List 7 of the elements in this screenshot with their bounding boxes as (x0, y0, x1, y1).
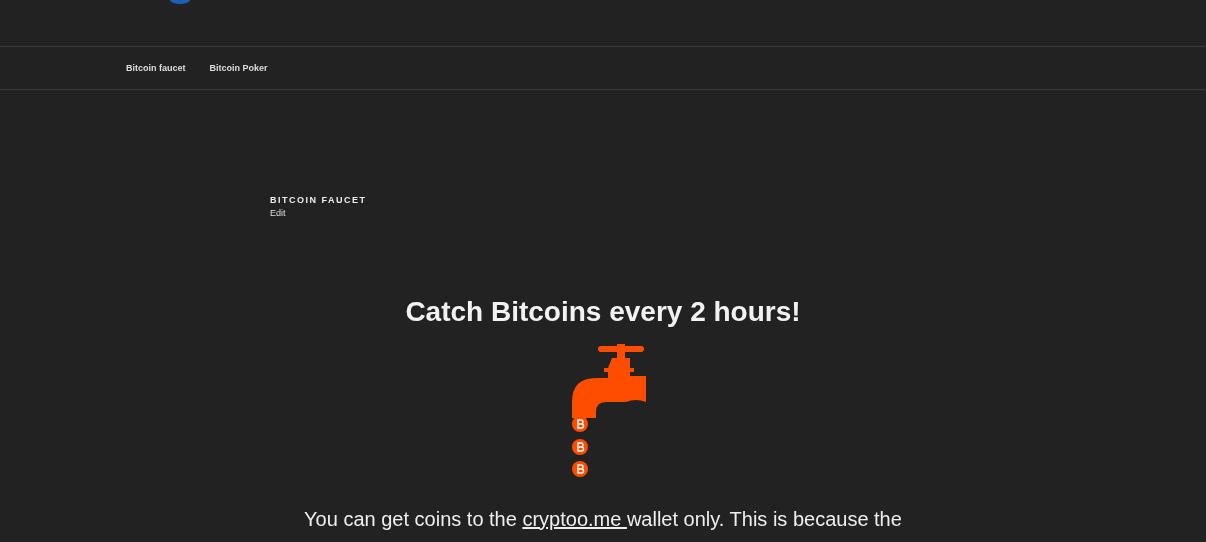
edit-link[interactable]: Edit (270, 208, 1206, 218)
cryptoo-link[interactable]: cryptoo.me (522, 508, 627, 530)
page-title: BITCOIN FAUCET (270, 195, 368, 205)
intro-paragraph: You can get coins to the cryptoo.me wallet only. This is because the (303, 508, 903, 531)
heading: Catch Bitcoins every 2 hours! (404, 296, 802, 328)
nav-link[interactable]: Bitcoin Poker (209, 63, 268, 73)
nav-link[interactable]: Bitcoin faucet (126, 63, 186, 73)
